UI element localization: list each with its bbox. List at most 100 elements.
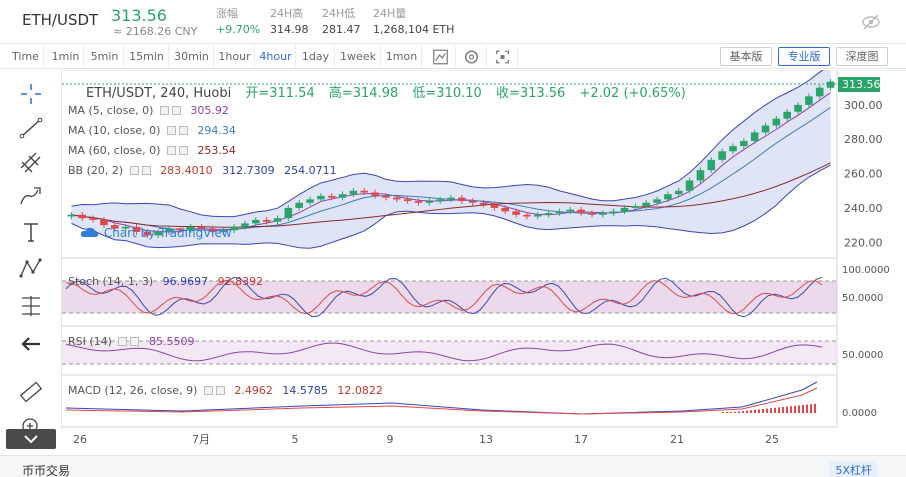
stoch-legend[interactable]: Stoch (14, 1, 3) 96.9697 92.8392: [68, 275, 263, 288]
candle-body: [78, 214, 87, 219]
ma60-legend[interactable]: MA (60, close, 0) 253.54: [68, 144, 236, 157]
text-tool-icon[interactable]: [16, 218, 46, 246]
macd-legend[interactable]: MACD (12, 26, close, 9) 2.4962 14.5785 1…: [68, 384, 383, 397]
change-value: +2.02 (+0.65%): [579, 86, 686, 101]
main-legend-title: ETH/USDT, 240, Huobi 开=311.54 高=314.98 低…: [86, 82, 696, 101]
spot-trading-tab[interactable]: 币币交易: [22, 462, 70, 477]
ma60-settings-icon[interactable]: [166, 146, 176, 155]
ma60-close-icon[interactable]: [178, 146, 188, 155]
tf-15min[interactable]: 15min: [125, 45, 169, 68]
pitchfork-icon[interactable]: [16, 148, 46, 176]
bb-close-icon[interactable]: [141, 166, 151, 175]
macd-close-icon[interactable]: [215, 386, 225, 395]
macd-settings-icon[interactable]: [203, 386, 213, 395]
macd-label: MACD (12, 26, close, 9): [68, 384, 198, 397]
candle-body: [794, 104, 802, 112]
settings-gear-icon[interactable]: [457, 46, 487, 68]
rsi-close-icon[interactable]: [130, 337, 140, 346]
stat-high-value: 314.98: [270, 23, 309, 36]
tf-time[interactable]: Time: [8, 45, 44, 68]
macd-hist-bar: [798, 405, 800, 413]
candle-body: [349, 190, 358, 195]
candle-body: [815, 87, 824, 97]
ma5-legend[interactable]: MA (5, close, 0) 305.92: [68, 104, 229, 117]
date-axis-label: 9: [387, 433, 394, 446]
stat-change: 涨幅 +9.70%: [216, 6, 260, 38]
rsi-legend[interactable]: RSI (14) 85.5509: [68, 335, 194, 348]
macd-hist-bar: [806, 404, 808, 413]
macd-hist-bar: [758, 409, 760, 413]
candle-body: [414, 201, 423, 203]
rsi-settings-icon[interactable]: [118, 337, 128, 346]
ma10-settings-icon[interactable]: [166, 126, 176, 135]
macd-hist-bar: [722, 412, 724, 413]
candle-body: [577, 209, 585, 214]
price-axis-label: 240.00: [844, 202, 883, 215]
ma10-legend[interactable]: MA (10, close, 0) 294.34: [68, 124, 236, 137]
last-price: 313.56: [111, 6, 167, 25]
rsi-value: 85.5509: [148, 335, 195, 348]
macd-hist-bar: [802, 405, 804, 413]
bb-legend[interactable]: BB (20, 2) 283.4010 312.7309 254.0711: [68, 164, 337, 177]
macd-hist-bar: [730, 412, 732, 413]
candle-body: [664, 194, 672, 200]
candle-body: [251, 219, 260, 224]
candle-body: [338, 194, 347, 198]
stat-volume-label: 24H量: [373, 7, 407, 20]
ma10-label: MA (10, close, 0): [68, 124, 161, 137]
candle-body: [707, 159, 716, 171]
candle-body: [317, 195, 325, 200]
basic-version-button[interactable]: 基本版: [720, 47, 772, 66]
date-axis-label: 25: [765, 433, 779, 446]
macd-hist-bar: [774, 407, 776, 413]
measure-icon[interactable]: [16, 292, 46, 320]
stoch-label: Stoch (14, 1, 3): [68, 275, 154, 288]
tf-1hour[interactable]: 1hour: [215, 45, 255, 68]
high-value: 高=314.98: [328, 86, 399, 101]
candle-body: [588, 213, 596, 215]
candle-body: [447, 197, 455, 200]
fullscreen-icon[interactable]: [488, 46, 518, 68]
tf-30min[interactable]: 30min: [170, 45, 214, 68]
bb-settings-icon[interactable]: [129, 166, 139, 175]
margin-5x-badge[interactable]: 5X杠杆: [829, 461, 878, 477]
pair-name[interactable]: ETH/USDT: [22, 11, 98, 29]
stoch-axis-label: 50.0000: [842, 293, 883, 304]
pattern-icon[interactable]: [16, 254, 46, 282]
macd-hist-bar: [726, 412, 728, 413]
tf-5min[interactable]: 5min: [86, 45, 124, 68]
tf-1day[interactable]: 1day: [297, 45, 335, 68]
candle-body: [360, 190, 369, 193]
crosshair-icon[interactable]: [16, 80, 46, 108]
brush-icon[interactable]: [16, 182, 46, 210]
ruler-icon[interactable]: [16, 378, 46, 406]
tf-4hour[interactable]: 4hour: [256, 45, 296, 68]
ma5-settings-icon[interactable]: [159, 106, 169, 115]
collapse-toolbar-button[interactable]: [6, 429, 56, 449]
candle-body: [241, 223, 249, 227]
tradingview-watermark[interactable]: Chart by TradingView: [80, 226, 232, 240]
macd-line-value: 14.5785: [282, 384, 328, 397]
ma5-label: MA (5, close, 0): [68, 104, 154, 117]
tf-1mon[interactable]: 1mon: [382, 45, 422, 68]
indicators-icon[interactable]: [426, 46, 456, 68]
candle-body: [740, 140, 748, 147]
depth-chart-button[interactable]: 深度图: [836, 47, 888, 66]
ma10-close-icon[interactable]: [178, 126, 188, 135]
tf-1week[interactable]: 1week: [336, 45, 381, 68]
tf-1min[interactable]: 1min: [48, 45, 84, 68]
macd-hist-bar: [734, 411, 736, 413]
hide-eye-icon[interactable]: [860, 11, 882, 33]
candle-body: [826, 81, 835, 88]
macd-signal-value: 12.0822: [337, 384, 383, 397]
pro-version-button[interactable]: 专业版: [778, 47, 830, 66]
trend-line-icon[interactable]: [16, 114, 46, 142]
candle-body: [523, 214, 531, 217]
candle-body: [772, 118, 781, 126]
candle-body: [501, 207, 510, 212]
stat-low: 24H低 281.47: [322, 6, 361, 38]
back-arrow-icon[interactable]: [16, 330, 46, 358]
ma5-close-icon[interactable]: [171, 106, 181, 115]
stat-volume-value: 1,268,104 ETH: [373, 23, 455, 36]
candle-body: [599, 213, 607, 215]
